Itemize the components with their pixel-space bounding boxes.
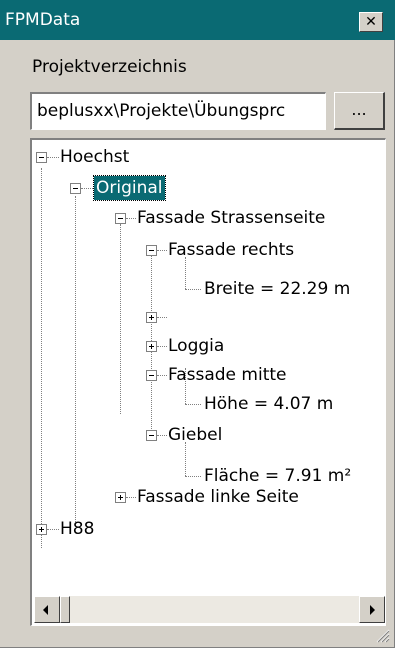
collapse-toggle-icon[interactable] bbox=[70, 183, 81, 194]
tree-node-giebel[interactable]: Giebel bbox=[168, 423, 222, 447]
tree-connector bbox=[41, 168, 42, 548]
expand-toggle-icon[interactable] bbox=[146, 312, 157, 323]
collapse-toggle-icon[interactable] bbox=[115, 213, 126, 224]
tree-node-fassade-mitte[interactable]: Fassade mitte bbox=[168, 363, 287, 387]
scroll-thumb[interactable] bbox=[60, 596, 70, 623]
tree-connector bbox=[75, 196, 76, 524]
scroll-right-icon bbox=[370, 605, 375, 615]
tree-node-loggia[interactable]: Loggia bbox=[168, 334, 224, 358]
tree-connector bbox=[185, 476, 201, 477]
tree-connector bbox=[157, 317, 167, 318]
tree-node-hoechst[interactable]: Hoechst bbox=[60, 145, 129, 169]
collapse-toggle-icon[interactable] bbox=[146, 245, 157, 256]
tree-connector bbox=[157, 250, 167, 251]
expand-toggle-icon[interactable] bbox=[36, 524, 47, 535]
scroll-right-button[interactable] bbox=[359, 596, 385, 623]
tree-connector bbox=[157, 435, 167, 436]
tree-node-fassade-rechts[interactable]: Fassade rechts bbox=[168, 238, 294, 262]
collapse-toggle-icon[interactable] bbox=[36, 152, 47, 163]
close-button[interactable]: ✕ bbox=[359, 12, 383, 32]
expand-toggle-icon[interactable] bbox=[115, 492, 126, 503]
tree-connector bbox=[47, 157, 59, 158]
tree-connector bbox=[185, 442, 186, 476]
collapse-toggle-icon[interactable] bbox=[146, 370, 157, 381]
tree-node-breite[interactable]: Breite = 22.29 m bbox=[204, 277, 350, 301]
fpmdata-window: FPMData ✕ Projektverzeichnis beplusxx\Pr… bbox=[0, 0, 395, 648]
project-tree[interactable]: Hoechst Original Fassade Strassenseite F… bbox=[30, 138, 386, 626]
resize-grip-icon[interactable] bbox=[374, 627, 390, 643]
tree-node-h88[interactable]: H88 bbox=[60, 517, 94, 541]
tree-connector bbox=[126, 218, 136, 219]
scroll-left-icon bbox=[43, 605, 48, 615]
tree-connector bbox=[185, 404, 201, 405]
tree-node-original[interactable]: Original bbox=[93, 175, 166, 201]
tree-connector bbox=[47, 529, 59, 530]
tree-connector bbox=[185, 289, 201, 290]
window-title: FPMData bbox=[5, 10, 81, 30]
tree-node-fassade-linke-seite[interactable]: Fassade linke Seite bbox=[137, 485, 299, 509]
collapse-toggle-icon[interactable] bbox=[146, 430, 157, 441]
tree-connector bbox=[157, 346, 167, 347]
tree-connector bbox=[120, 224, 121, 414]
expand-toggle-icon[interactable] bbox=[146, 341, 157, 352]
tree-node-fassade-strassenseite[interactable]: Fassade Strassenseite bbox=[137, 206, 325, 230]
horizontal-scrollbar[interactable] bbox=[34, 596, 385, 623]
browse-button[interactable]: ... bbox=[334, 92, 385, 130]
tree-connector bbox=[157, 375, 167, 376]
title-bar[interactable]: FPMData ✕ bbox=[0, 0, 395, 40]
tree-node-hoehe[interactable]: Höhe = 4.07 m bbox=[204, 392, 333, 416]
scroll-left-button[interactable] bbox=[34, 596, 60, 623]
tree-connector bbox=[126, 497, 136, 498]
tree-connector bbox=[81, 188, 93, 189]
project-directory-label: Projektverzeichnis bbox=[32, 57, 187, 77]
close-icon: ✕ bbox=[365, 14, 377, 30]
project-path-field[interactable]: beplusxx\Projekte\Übungsprc bbox=[30, 92, 326, 130]
